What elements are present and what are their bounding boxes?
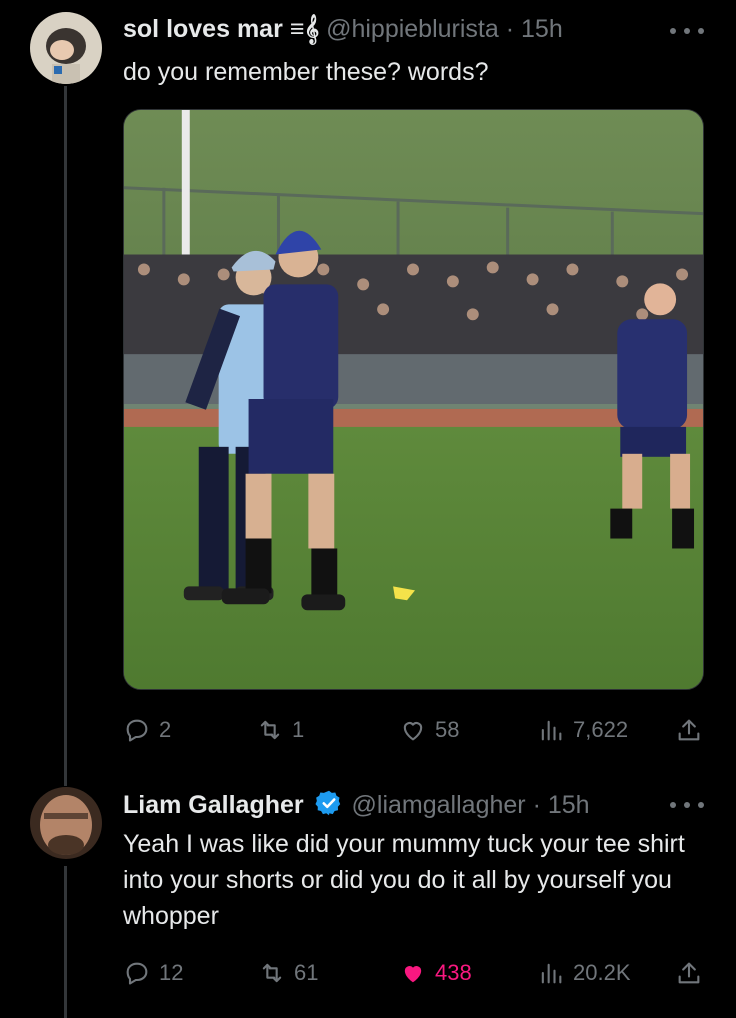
thread-line-bottom	[64, 866, 67, 1018]
repost-count: 1	[292, 717, 305, 742]
like-count: 58	[435, 717, 460, 742]
photo-image	[124, 110, 703, 689]
like-button[interactable]: 58	[399, 712, 459, 748]
views-icon	[541, 720, 562, 741]
views-count: 7,622	[573, 717, 629, 742]
views-button[interactable]: 7,622	[537, 712, 628, 748]
repost-icon	[262, 963, 282, 983]
reply-button[interactable]: 12	[123, 955, 183, 991]
repost-button[interactable]: 61	[258, 955, 318, 991]
views-count: 20.2K	[573, 960, 631, 985]
like-icon	[404, 966, 422, 983]
reply-count: 12	[159, 960, 184, 985]
more-icon[interactable]	[670, 25, 704, 37]
verified-badge-icon	[315, 790, 340, 816]
tweet-photo[interactable]	[123, 109, 704, 690]
tweet-actions: 2 1 58 7,622	[123, 712, 703, 748]
like-icon	[403, 722, 423, 741]
handle[interactable]: @liamgallagher	[352, 791, 526, 819]
repost-count: 61	[294, 960, 319, 985]
reply-icon	[126, 962, 148, 985]
display-name[interactable]: sol loves mar ≡𝄞	[123, 15, 319, 43]
like-button[interactable]: 438	[399, 955, 472, 991]
share-icon	[678, 719, 700, 741]
separator: ·	[505, 15, 515, 43]
thread-line-top	[64, 86, 67, 786]
avatar-image	[30, 787, 102, 859]
avatar[interactable]	[30, 12, 102, 84]
views-button[interactable]: 20.2K	[537, 955, 631, 991]
reply-icon	[126, 719, 148, 742]
display-name[interactable]: Liam Gallagher	[123, 791, 304, 819]
handle[interactable]: @hippieblurista	[326, 15, 499, 43]
timestamp[interactable]: 15h	[521, 15, 563, 43]
reply-button[interactable]: 2	[123, 712, 171, 748]
repost-button[interactable]: 1	[256, 712, 304, 748]
avatar[interactable]	[30, 787, 102, 859]
share-button[interactable]	[675, 955, 703, 991]
more-icon[interactable]	[670, 799, 704, 811]
tweet-header: Liam Gallagher @liamgallagher · 15h	[123, 789, 590, 820]
share-icon	[678, 962, 700, 984]
tweet-text: Yeah I was like did your mummy tuck your…	[123, 830, 685, 930]
like-count: 438	[435, 960, 472, 985]
reply-count: 2	[159, 717, 172, 742]
views-icon	[541, 963, 562, 984]
separator: ·	[532, 791, 541, 819]
share-button[interactable]	[675, 712, 703, 748]
tweet-text: do you remember these? words?	[123, 58, 489, 86]
avatar-image	[30, 12, 102, 84]
timestamp[interactable]: 15h	[548, 791, 590, 819]
tweet-header: sol loves mar ≡𝄞 @hippieblurista · 15h	[123, 14, 563, 44]
tweet-actions: 12 61 438 20.2K	[123, 955, 703, 991]
repost-icon	[260, 720, 280, 740]
